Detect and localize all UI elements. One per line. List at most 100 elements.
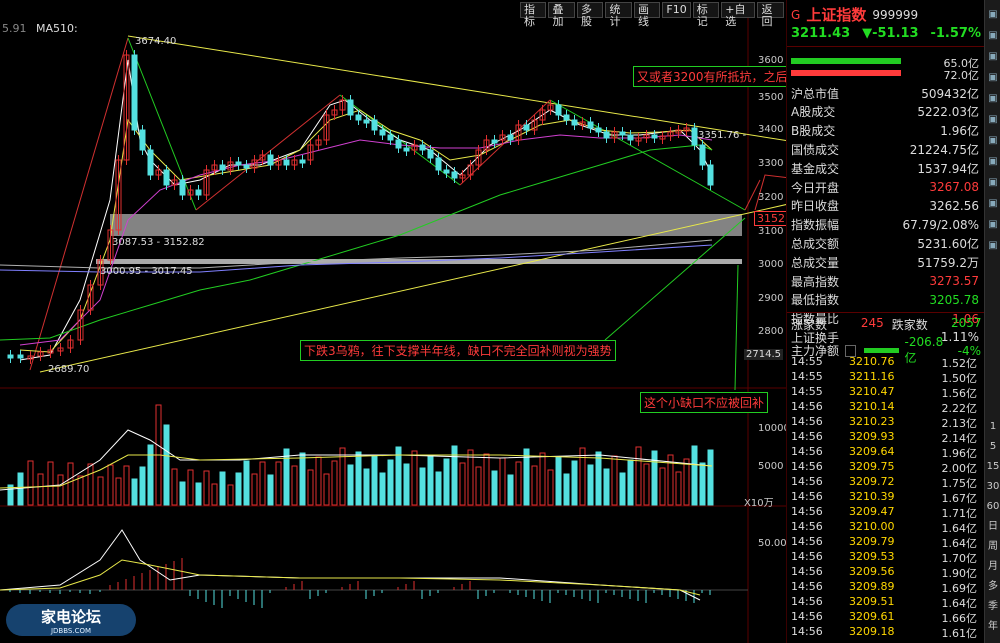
- stat-row: 总成交额 5231.60亿: [791, 234, 979, 252]
- tool-icon[interactable]: ▣: [986, 8, 1000, 22]
- volume-bar: [579, 447, 586, 506]
- up-count: 245: [860, 316, 884, 330]
- toolbar-add-watchlist[interactable]: +自选: [721, 2, 756, 28]
- axis-label: 3600: [758, 55, 784, 66]
- tick-time: 14:56: [791, 625, 823, 638]
- stat-label: 总成交量: [791, 255, 840, 270]
- tool-icon[interactable]: ▣: [986, 113, 1000, 127]
- tick-amount: 1.69亿: [941, 582, 978, 595]
- bar-label: 72.0亿: [943, 69, 980, 82]
- tick-amount: 1.56亿: [941, 387, 978, 400]
- volume-bar: [259, 461, 266, 506]
- volume-bar: [539, 452, 546, 506]
- stat-row: 昨日收盘 3262.56: [791, 197, 979, 215]
- stat-row: 沪总市值 509432亿: [791, 84, 979, 102]
- kline-chart-area[interactable]: 指标 叠加 多股 统计 画线 F10 标记 +自选 返回 5.91 MA510:…: [0, 0, 888, 643]
- vol-unit: X10万: [744, 498, 774, 509]
- volume-bar: [17, 472, 24, 506]
- toolbar-indicator[interactable]: 指标: [520, 2, 547, 28]
- trendline-top: [127, 35, 786, 142]
- tick-row: 14:56 3209.89 1.69亿: [791, 580, 979, 595]
- volume-bar: [491, 470, 498, 506]
- tick-time: 14:56: [791, 580, 823, 593]
- stat-value: 509432亿: [921, 86, 979, 101]
- tick-time: 14:56: [791, 610, 823, 623]
- tool-icon[interactable]: ▣: [986, 197, 1000, 211]
- period-button[interactable]: 月: [986, 560, 1000, 574]
- stat-value: 51759.2万: [917, 255, 979, 270]
- flow-bar: [864, 348, 899, 353]
- tool-icon[interactable]: ▣: [986, 134, 1000, 148]
- stat-label: 基金成交: [791, 161, 840, 176]
- tick-time: 14:56: [791, 460, 823, 473]
- tool-icon[interactable]: ▣: [986, 92, 1000, 106]
- toolbar-f10[interactable]: F10: [662, 2, 691, 18]
- period-button[interactable]: 1: [986, 420, 1000, 434]
- period-button[interactable]: 5: [986, 440, 1000, 454]
- axis-label: 2900: [758, 293, 784, 304]
- toolbar-overlay[interactable]: 叠加: [548, 2, 575, 28]
- toolbar-stats[interactable]: 统计: [605, 2, 632, 28]
- tick-price: 3209.56: [849, 565, 895, 578]
- volume-bar: [211, 483, 218, 506]
- tick-price: 3210.47: [849, 385, 895, 398]
- macd-axis-label: 50.00: [758, 538, 787, 549]
- tool-icon[interactable]: ▣: [986, 176, 1000, 190]
- stat-value: 1537.94亿: [917, 161, 979, 176]
- volume-bar: [627, 459, 634, 506]
- stat-row: A股成交 5222.03亿: [791, 103, 979, 121]
- stat-label: B股成交: [791, 124, 836, 139]
- toolbar-mark[interactable]: 标记: [692, 2, 720, 28]
- tick-time: 14:56: [791, 475, 823, 488]
- period-button[interactable]: 多: [986, 580, 1000, 594]
- stat-label: A股成交: [791, 105, 836, 120]
- volume-bar: [347, 464, 354, 506]
- tool-icon[interactable]: ▣: [986, 29, 1000, 43]
- volume-bar: [131, 478, 138, 506]
- stat-row: 指数振幅 67.79/2.08%: [791, 216, 979, 234]
- tick-time: 14:56: [791, 565, 823, 578]
- stat-label: 最低指数: [791, 293, 840, 308]
- tick-price: 3210.00: [849, 520, 895, 533]
- candlestick-chart[interactable]: [0, 0, 786, 643]
- period-button[interactable]: 季: [986, 600, 1000, 614]
- period-button[interactable]: 周: [986, 540, 1000, 554]
- tick-price: 3209.47: [849, 505, 895, 518]
- tick-row: 14:56 3209.64 1.96亿: [791, 445, 979, 460]
- tick-amount: 1.61亿: [941, 627, 978, 640]
- tool-icon[interactable]: ▣: [986, 71, 1000, 85]
- toolbar-multi-stock[interactable]: 多股: [576, 2, 604, 28]
- tool-icon[interactable]: ▣: [986, 155, 1000, 169]
- period-button[interactable]: 日: [986, 520, 1000, 534]
- tool-icon[interactable]: ▣: [986, 239, 1000, 253]
- up-label: 涨家数: [791, 318, 828, 332]
- stat-value: 1.96亿: [940, 124, 979, 139]
- low-label: 2689.70: [48, 364, 90, 375]
- tick-time: 14:56: [791, 520, 823, 533]
- tool-icon[interactable]: ▣: [986, 50, 1000, 64]
- axis-label: 2800: [758, 326, 784, 337]
- tick-amount: 1.67亿: [941, 492, 978, 505]
- period-button[interactable]: 年: [986, 620, 1000, 634]
- toolbar-back[interactable]: 返回: [757, 2, 784, 28]
- tool-icon[interactable]: ▣: [986, 218, 1000, 232]
- period-button[interactable]: 30: [986, 480, 1000, 494]
- tick-price: 3210.14: [849, 400, 895, 413]
- toolbar-draw[interactable]: 画线: [633, 2, 661, 28]
- ma60-line: [0, 144, 713, 341]
- volume-bar: [355, 451, 362, 506]
- tick-amount: 1.66亿: [941, 612, 978, 625]
- code-prefix: G: [791, 7, 801, 22]
- tick-time: 14:56: [791, 550, 823, 563]
- period-button[interactable]: 60: [986, 500, 1000, 514]
- stat-row: 最低指数 3205.78: [791, 291, 979, 309]
- side-toolbar: ▣ ▣ ▣ ▣ ▣ ▣ ▣ ▣ ▣ ▣ ▣ ▣ 1 5 15 30 60 日周月多季年: [984, 0, 1000, 643]
- tick-time: 14:56: [791, 595, 823, 608]
- change-pct: -1.57%: [930, 26, 981, 41]
- tick-amount: 1.64亿: [941, 537, 978, 550]
- watermark-text: 家电论坛: [40, 607, 101, 626]
- period-button[interactable]: 15: [986, 460, 1000, 474]
- down-count: 2057: [951, 316, 982, 330]
- gap1-label: 3087.53 - 3152.82: [112, 237, 205, 248]
- index-code: 999999: [872, 7, 919, 22]
